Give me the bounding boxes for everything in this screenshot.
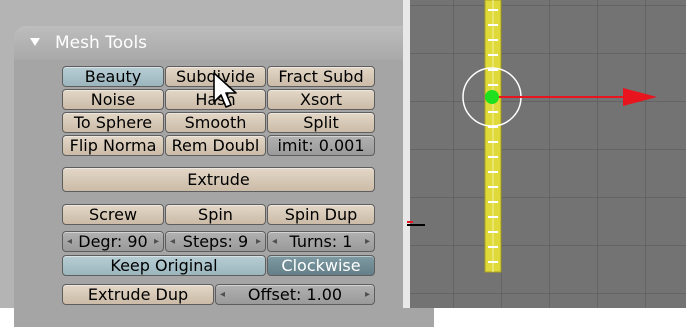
viewport-overlay	[407, 0, 657, 273]
clockwise-toggle[interactable]: Clockwise	[267, 255, 375, 276]
steps-value: Steps: 9	[182, 232, 249, 251]
spin-button[interactable]: Spin	[165, 204, 266, 225]
object-center-icon[interactable]	[485, 90, 499, 104]
extrude-dup-button[interactable]: Extrude Dup	[62, 284, 214, 305]
degrees-field[interactable]: ◂ Degr: 90 ▸	[62, 231, 164, 252]
increment-arrow-icon[interactable]: ▸	[256, 232, 261, 251]
offset-value: Offset: 1.00	[247, 285, 343, 304]
smooth-button[interactable]: Smooth	[165, 112, 266, 133]
flip-normals-button[interactable]: Flip Norma	[62, 135, 164, 156]
fract-subd-button[interactable]: Fract Subd	[267, 66, 375, 87]
increment-arrow-icon[interactable]: ▸	[365, 232, 370, 251]
decrement-arrow-icon[interactable]: ◂	[220, 285, 225, 304]
increment-arrow-icon[interactable]: ▸	[365, 285, 370, 304]
rem-doubles-button[interactable]: Rem Doubl	[165, 135, 266, 156]
beauty-button[interactable]: Beauty	[62, 66, 164, 87]
decrement-arrow-icon[interactable]: ◂	[170, 232, 175, 251]
extrude-button[interactable]: Extrude	[62, 167, 375, 192]
spin-dup-button[interactable]: Spin Dup	[267, 204, 375, 225]
noise-button[interactable]: Noise	[62, 89, 164, 110]
triangle-down-icon[interactable]	[30, 38, 40, 46]
limit-field[interactable]: imit: 0.001	[267, 135, 375, 156]
degrees-value: Degr: 90	[78, 232, 148, 251]
keep-original-toggle[interactable]: Keep Original	[62, 255, 266, 276]
xsort-button[interactable]: Xsort	[267, 89, 375, 110]
turns-field[interactable]: ◂ Turns: 1 ▸	[267, 231, 375, 252]
decrement-arrow-icon[interactable]: ◂	[67, 232, 72, 251]
screw-button[interactable]: Screw	[62, 204, 164, 225]
turns-value: Turns: 1	[289, 232, 353, 251]
x-axis-arrow-icon[interactable]	[623, 88, 657, 106]
to-sphere-button[interactable]: To Sphere	[62, 112, 164, 133]
split-button[interactable]: Split	[267, 112, 375, 133]
offset-field[interactable]: ◂ Offset: 1.00 ▸	[215, 284, 375, 305]
mouse-pointer-icon	[213, 72, 237, 108]
increment-arrow-icon[interactable]: ▸	[154, 232, 159, 251]
decrement-arrow-icon[interactable]: ◂	[272, 232, 277, 251]
steps-field[interactable]: ◂ Steps: 9 ▸	[165, 231, 266, 252]
panel-title: Mesh Tools	[55, 33, 148, 53]
